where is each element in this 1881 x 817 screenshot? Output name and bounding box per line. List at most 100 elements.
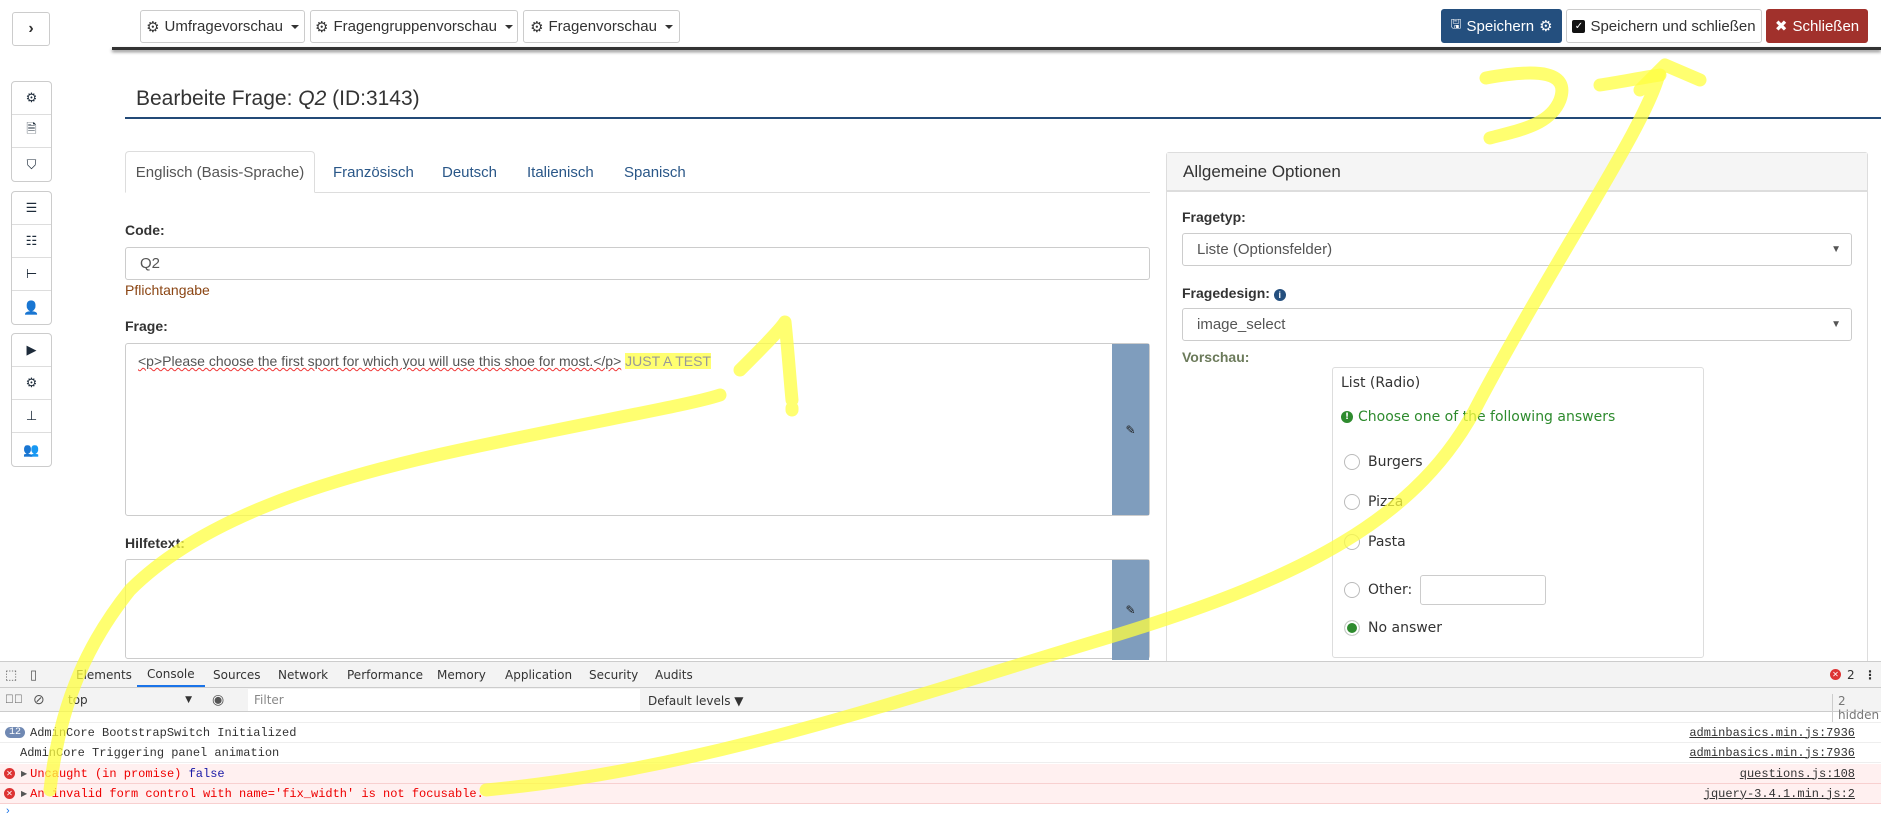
sidebar-shield-button[interactable]: ⛉ [12,148,51,181]
sidebar-toggle-icon[interactable]: ▶⃞ [5,692,23,706]
answer-option-other[interactable]: Other: [1344,575,1547,605]
sidebar-cogs-button[interactable]: ⚙ [12,82,51,115]
preview-label: Vorschau: [1182,349,1250,365]
devtools-tab-audits[interactable]: Audits [655,662,693,687]
question-type-label: Fragetyp: [1182,209,1246,225]
survey-preview-button[interactable]: ⚙ Umfragevorschau [140,10,305,43]
console-row: 12 AdminCore BootstrapSwitch Initialized a… [0,723,1881,743]
radio-button[interactable] [1344,454,1360,470]
error-icon: ✕ [1830,669,1841,680]
sidebar-toggle-button[interactable]: › [12,12,50,46]
dropdown-arrow-icon: ▼ [1831,244,1841,255]
tab-german[interactable]: Deutsch [442,151,497,193]
console-filter-input[interactable]: Filter [248,689,640,711]
close-button[interactable]: ✖ Schließen [1766,9,1868,43]
radio-button-selected[interactable] [1344,620,1360,636]
question-type-select[interactable]: Liste (Optionsfelder) ▼ [1182,233,1852,266]
group-preview-button[interactable]: ⚙ Fragengruppenvorschau [310,10,518,43]
log-source-link[interactable]: jquery-3.4.1.min.js:2 [1704,787,1855,801]
devtools-tab-application[interactable]: Application [505,662,572,687]
console-row-error: ✕ ▶ Uncaught (in promise) false questions.j… [0,764,1881,784]
play-icon: ▶ [26,342,37,357]
sidebar-sitemap-button[interactable]: ⊥ [12,400,51,433]
devtools-tab-elements[interactable]: Elements [76,662,132,687]
sitemap-icon: ⊥ [25,408,38,423]
info-icon[interactable]: i [1273,289,1286,301]
tab-english[interactable]: Englisch (Basis-Sprache) [125,151,315,193]
code-required-hint: Pflichtangabe [125,282,210,298]
topbar-divider [112,47,1881,50]
context-select[interactable]: top ▼ [60,689,200,711]
list-icon: ☰ [25,200,38,215]
save-button[interactable]: 🖫 Speichern ⚙ [1441,9,1562,43]
gear-icon: ⚙ [25,375,38,390]
radio-button[interactable] [1344,494,1360,510]
sidebar-file-button[interactable]: 🗎 [12,115,51,148]
expand-icon[interactable]: ▶ [21,769,27,779]
answer-option-pizza[interactable]: Pizza [1344,494,1403,510]
tab-italian[interactable]: Italienisch [527,151,594,193]
question-editor-button[interactable]: ✎ [1112,344,1149,515]
levels-dropdown[interactable]: Default levels ▼ [648,694,744,708]
answer-option-pasta[interactable]: Pasta [1344,534,1406,550]
devtools-tab-performance[interactable]: Performance [347,662,423,687]
sidebar-group-structure: ☰ ☷ ⊢ 👤 [11,191,52,325]
tree-icon: ⊢ [25,266,38,281]
checkbox-icon: ✓ [1572,19,1586,33]
error-icon: ✕ [4,768,15,779]
eye-icon[interactable]: ◉ [212,691,224,708]
gear-icon: ⚙ [315,18,329,36]
radio-button[interactable] [1344,582,1360,598]
cogs-icon: ⚙ [25,90,38,105]
dropdown-arrow-icon: ▼ [1831,319,1841,330]
help-label: Hilfetext: [125,535,185,551]
error-icon: ✕ [4,788,15,799]
help-textarea[interactable]: ✎ [125,559,1150,660]
question-textarea[interactable]: <p>Please choose the first sport for whi… [125,343,1150,516]
tab-french[interactable]: Französisch [333,151,414,193]
devtools-tab-memory[interactable]: Memory [437,662,486,687]
devtools-tab-console[interactable]: Console [137,662,205,687]
inspect-icon[interactable]: ⬚ [5,667,17,683]
radio-button[interactable] [1344,534,1360,550]
sidebar-list-button[interactable]: ☰ [12,192,51,225]
sidebar-play-button[interactable]: ▶ [12,334,51,367]
answer-option-burgers[interactable]: Burgers [1344,454,1423,470]
sidebar-tree-button[interactable]: ⊢ [12,258,51,291]
panel-header: Allgemeine Optionen [1167,153,1867,192]
sidebar-users-button[interactable]: 👥 [12,433,51,466]
devtools-tab-security[interactable]: Security [589,662,638,687]
sidebar-list-ul-button[interactable]: ☷ [12,225,51,258]
tab-spanish[interactable]: Spanisch [624,151,686,193]
question-preview-button[interactable]: ⚙ Fragenvorschau [523,10,680,43]
console-prompt-icon[interactable]: › [6,805,10,817]
question-label: Frage: [125,318,168,334]
preview-title: List (Radio) [1341,375,1421,391]
code-input[interactable]: Q2 [125,247,1150,280]
log-source-link[interactable]: adminbasics.min.js:7936 [1689,726,1855,740]
log-source-link[interactable]: questions.js:108 [1740,767,1855,781]
shield-icon: ⛉ [26,156,37,172]
error-count-badge[interactable]: ✕ 2 [1826,662,1855,687]
devtools-menu-icon[interactable]: ⋮ [1864,662,1876,687]
devtools-tab-sources[interactable]: Sources [213,662,260,687]
caret-down-icon [504,24,513,29]
device-toggle-icon[interactable]: ▯ [30,667,37,683]
close-icon: ✖ [1774,18,1788,35]
sidebar-gear-button[interactable]: ⚙ [12,367,51,400]
caret-down-icon [664,24,673,29]
dropdown-arrow-icon: ▼ [185,695,192,705]
pencil-icon: ✎ [1125,603,1136,617]
devtools-tab-network[interactable]: Network [278,662,328,687]
help-editor-button[interactable]: ✎ [1112,560,1149,660]
other-text-input[interactable] [1420,575,1547,605]
clear-console-icon[interactable]: ⊘ [33,691,45,708]
save-and-close-button[interactable]: ✓ Speichern und schließen [1566,9,1762,43]
sidebar-user-button[interactable]: 👤 [12,291,51,324]
sidebar-group-tools: ▶ ⚙ ⊥ 👥 [11,333,52,467]
question-design-select[interactable]: image_select ▼ [1182,308,1852,341]
expand-icon[interactable]: ▶ [21,789,27,799]
answer-option-no-answer[interactable]: No answer [1344,620,1442,636]
log-source-link[interactable]: adminbasics.min.js:7936 [1689,746,1855,760]
console-row: AdminCore Triggering panel animation admi… [0,743,1881,763]
